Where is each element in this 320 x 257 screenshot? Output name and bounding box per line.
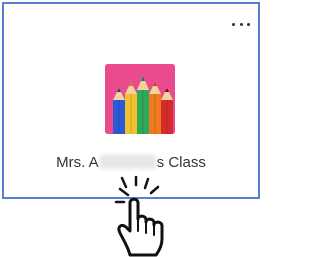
class-name-suffix: s Class [156,154,206,171]
more-options-icon[interactable] [232,18,250,30]
redacted-name-blur [99,155,156,169]
class-name[interactable]: Mrs. A s Class [4,154,258,171]
class-card[interactable]: Mrs. A s Class [2,2,260,199]
pencils-icon[interactable] [105,64,175,134]
hand-pointer-click-icon [114,175,164,257]
class-name-prefix: Mrs. A [56,154,99,171]
